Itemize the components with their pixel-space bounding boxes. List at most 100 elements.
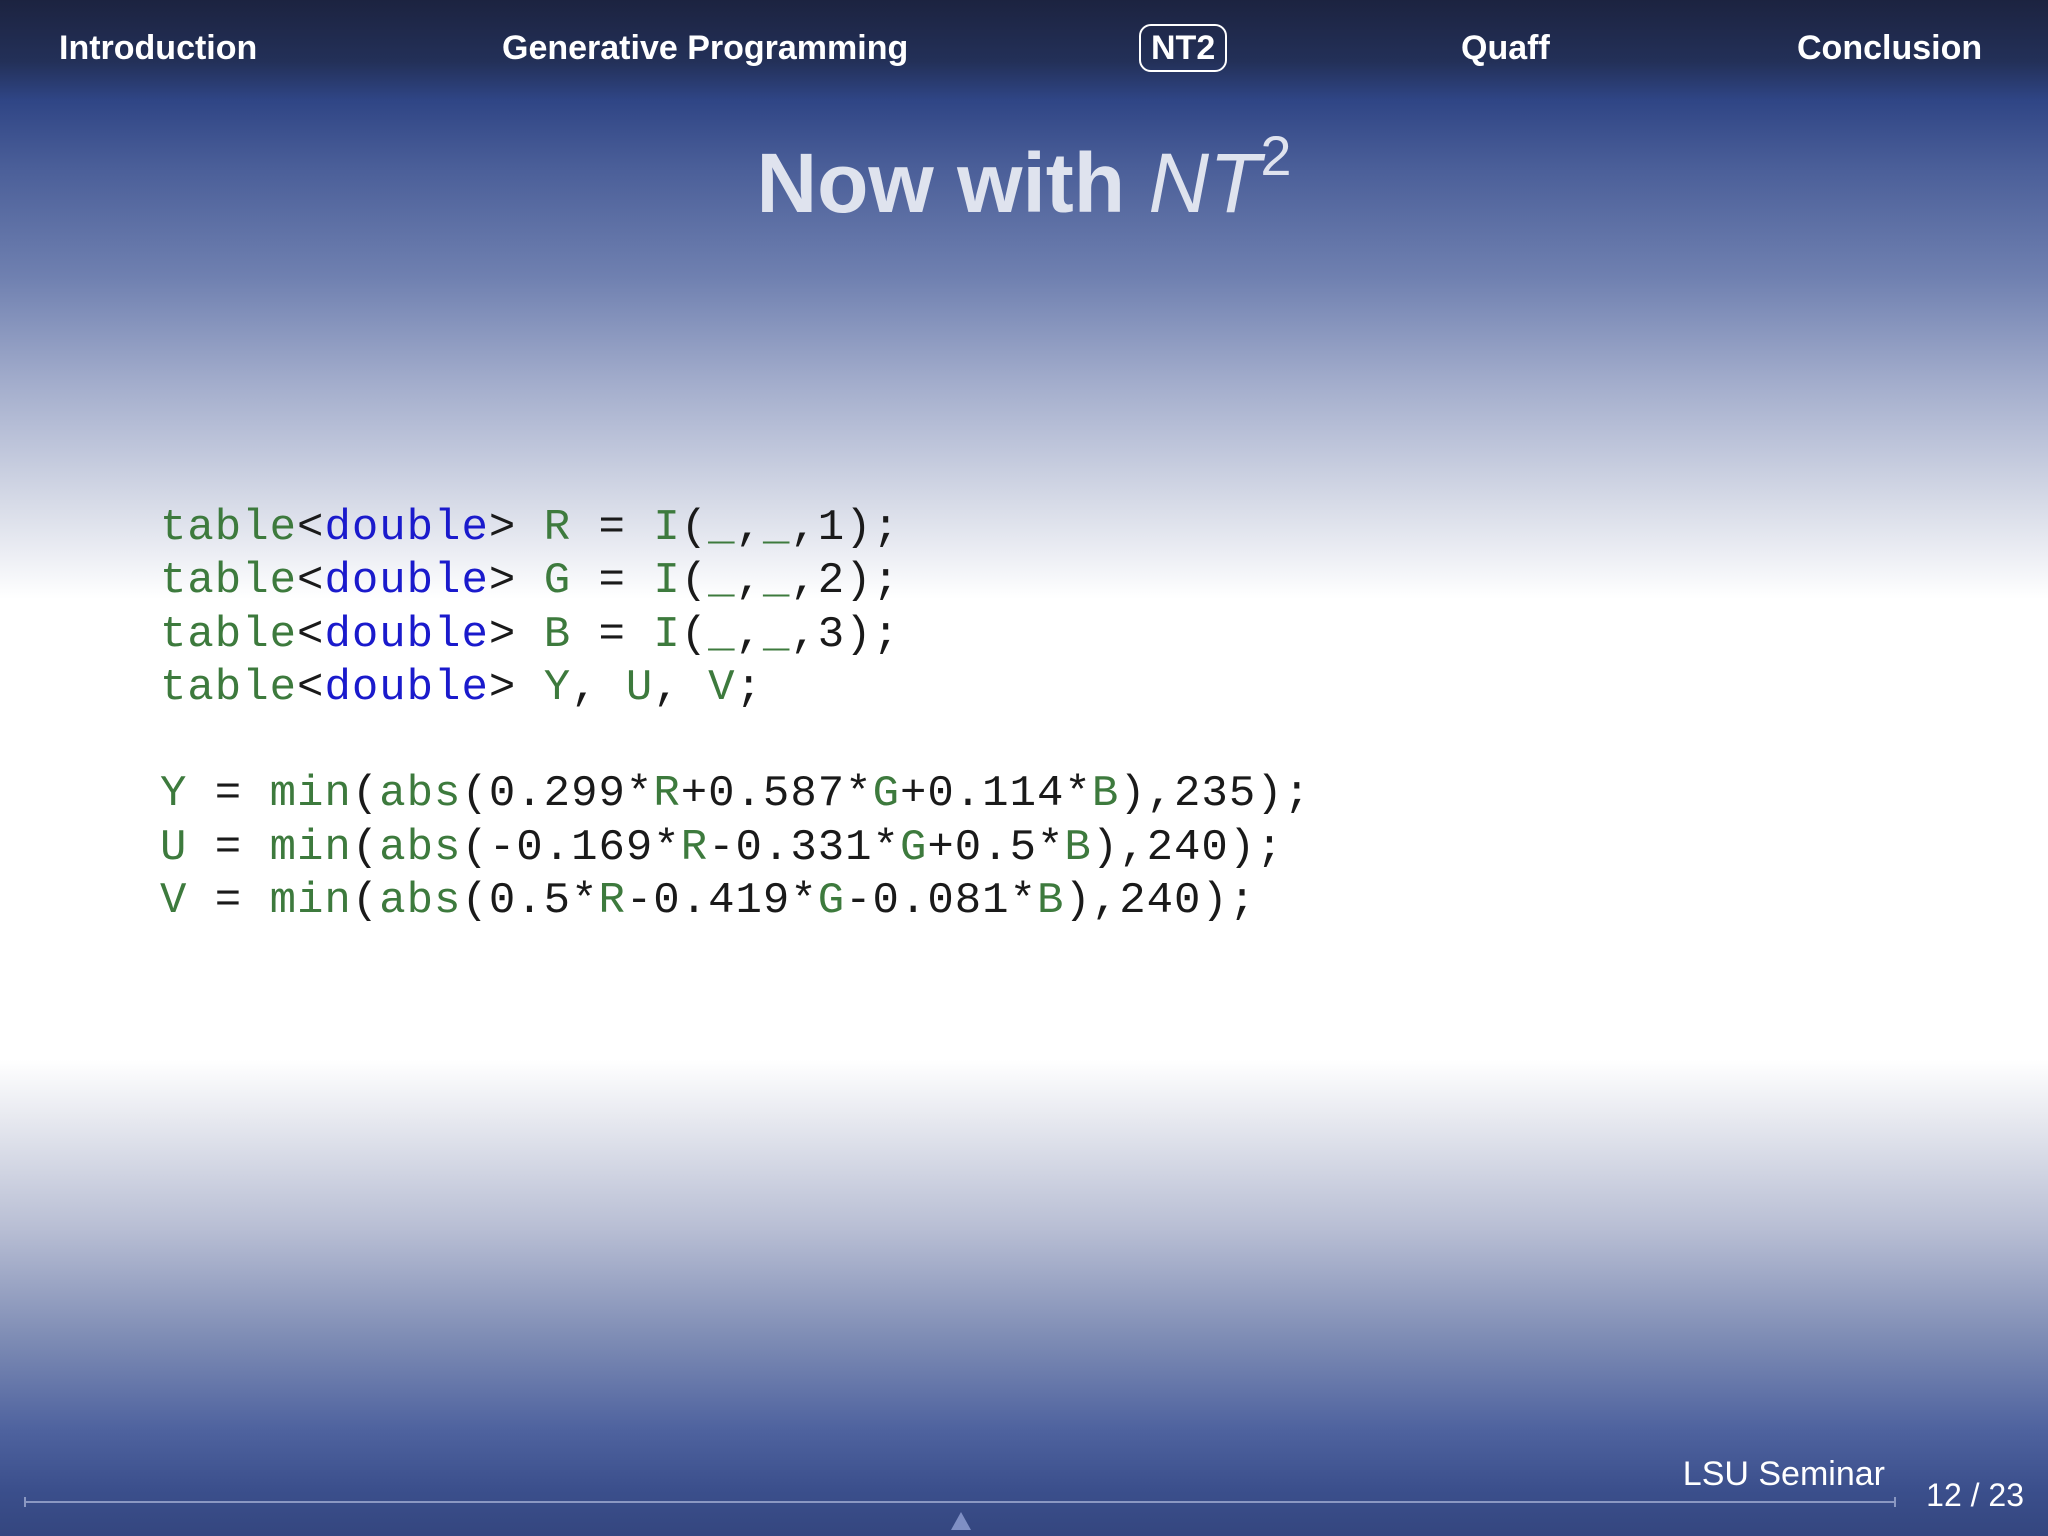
footer-title: LSU Seminar [1682, 1455, 1885, 1493]
code-token: ( [680, 503, 709, 553]
code-token: G [817, 876, 846, 927]
code-token: ,2); [790, 556, 900, 607]
code-token: double [324, 556, 489, 607]
slide-title-prefix: Now with [756, 136, 1149, 230]
code-token: < [297, 609, 325, 660]
code-block: table<double> R = I(_,_,1); table<double>… [160, 502, 1311, 928]
code-token: ; [735, 662, 763, 713]
code-token: B [1091, 769, 1120, 820]
code-token: G [899, 822, 928, 873]
code-token: -0.081* [845, 876, 1037, 927]
code-token: U [625, 662, 654, 713]
code-token: = [571, 503, 654, 553]
slide-title-math: NT2 [1148, 124, 1291, 230]
code-token: > [488, 556, 544, 607]
code-token: ,3); [790, 609, 900, 660]
code-token: , [735, 556, 763, 607]
code-token: ( [680, 556, 709, 607]
code-token: ( [351, 822, 380, 873]
code-token: G [543, 556, 572, 607]
code-token: I [653, 609, 681, 660]
code-token: abs [379, 822, 462, 873]
code-token: abs [379, 769, 462, 820]
up-triangle-icon[interactable] [951, 1512, 971, 1530]
code-token: min [269, 769, 352, 820]
code-token: min [269, 822, 352, 873]
code-token: , [735, 609, 763, 660]
code-token: R [598, 876, 626, 927]
code-token: , [735, 503, 763, 553]
code-line: U = min(abs(-0.169*R-0.331*G+0.5*B),240)… [160, 822, 1311, 875]
code-token: table [160, 556, 298, 607]
nav-conclusion[interactable]: Conclusion [1797, 26, 1982, 70]
progress-line-start-cap [24, 1497, 26, 1507]
code-line: table<double> Y, U, V; [160, 662, 1311, 715]
code-line: V = min(abs(0.5*R-0.419*G-0.081*B),240); [160, 875, 1311, 928]
nav-quaff[interactable]: Quaff [1461, 26, 1550, 70]
code-token: +0.587* [680, 769, 873, 820]
code-token: B [1037, 876, 1065, 927]
code-token: ( [351, 876, 380, 927]
progress-line-end-cap [1894, 1497, 1896, 1507]
code-token: I [653, 556, 681, 607]
code-token: B [1064, 822, 1092, 873]
code-line: table<double> R = I(_,_,1); [160, 502, 1311, 555]
code-token: table [160, 503, 298, 553]
nav-generative-programming[interactable]: Generative Programming [502, 26, 908, 70]
code-token: = [187, 822, 270, 873]
code-token: _ [708, 609, 736, 660]
code-token: ),235); [1119, 769, 1312, 820]
code-token: , [653, 662, 709, 713]
code-token: min [269, 876, 352, 927]
code-token: B [543, 609, 572, 660]
code-token: = [571, 609, 654, 660]
code-token: ( [351, 769, 380, 820]
code-token: > [488, 503, 544, 553]
code-token: _ [762, 609, 791, 660]
code-token: Y [160, 769, 188, 820]
code-token: double [324, 609, 489, 660]
code-token: +0.114* [899, 769, 1092, 820]
code-line: table<double> B = I(_,_,3); [160, 609, 1311, 662]
code-token: > [488, 609, 544, 660]
code-token: ),240); [1064, 876, 1257, 927]
code-token: -0.419* [625, 876, 818, 927]
code-token: double [324, 503, 489, 553]
nav-nt2[interactable]: NT2 [1139, 24, 1228, 72]
code-token: (0.299* [461, 769, 654, 820]
slide-title: Now with NT2 [0, 108, 2048, 239]
code-token: _ [708, 556, 736, 607]
code-token: < [297, 503, 325, 553]
code-token: Y [543, 662, 572, 713]
nav-introduction[interactable]: Introduction [59, 26, 257, 70]
page-number: 12 / 23 [1926, 1477, 2024, 1513]
code-token: = [571, 556, 654, 607]
code-token: R [543, 503, 572, 553]
code-token: = [187, 876, 270, 927]
progress-line [24, 1501, 1896, 1503]
section-navbar: Introduction Generative Programming NT2 … [0, 0, 2048, 96]
code-token: _ [762, 503, 791, 553]
code-token: ),240); [1091, 822, 1284, 873]
code-token: ,1); [790, 503, 900, 553]
code-token: < [297, 556, 325, 607]
code-token: R [653, 769, 681, 820]
code-token: = [187, 769, 270, 820]
code-token: V [708, 662, 736, 713]
code-token: , [571, 662, 626, 713]
code-token: I [653, 503, 681, 553]
code-line: Y = min(abs(0.299*R+0.587*G+0.114*B),235… [160, 768, 1311, 821]
code-token: ( [680, 609, 709, 660]
code-token: _ [708, 503, 736, 553]
slide-title-superscript: 2 [1260, 124, 1292, 187]
code-token: table [160, 662, 298, 713]
code-token: -0.331* [708, 822, 900, 873]
code-token: U [160, 822, 188, 873]
code-token: +0.5* [927, 822, 1065, 873]
code-token: (0.5* [461, 876, 599, 927]
code-token: > [488, 662, 544, 713]
code-token: _ [762, 556, 791, 607]
code-line: table<double> G = I(_,_,2); [160, 555, 1311, 608]
code-token: < [297, 662, 325, 713]
